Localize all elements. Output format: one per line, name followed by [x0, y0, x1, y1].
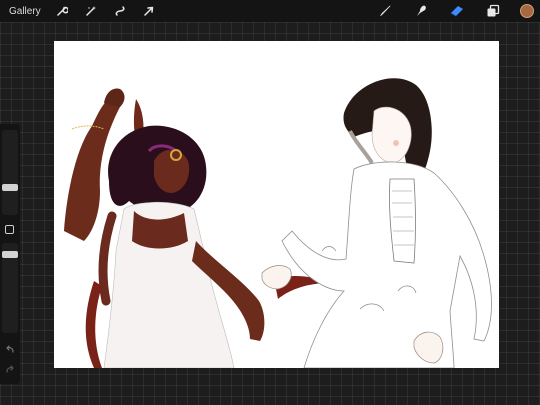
- redo-icon[interactable]: [4, 363, 16, 375]
- brush-icon[interactable]: [376, 2, 394, 20]
- modify-square-icon[interactable]: [5, 225, 14, 234]
- drawing-canvas[interactable]: [54, 41, 499, 368]
- wrench-icon[interactable]: [53, 2, 71, 20]
- top-toolbar: Gallery: [0, 0, 540, 22]
- selection-icon[interactable]: [111, 2, 129, 20]
- brush-size-slider[interactable]: [2, 130, 18, 215]
- gallery-button[interactable]: Gallery: [9, 6, 41, 17]
- undo-icon[interactable]: [4, 343, 16, 355]
- sidebar: [0, 124, 20, 384]
- right-tools: [376, 0, 540, 22]
- eraser-icon[interactable]: [448, 2, 466, 20]
- brush-size-handle[interactable]: [2, 184, 18, 191]
- magic-wand-icon[interactable]: [82, 2, 100, 20]
- layers-icon[interactable]: [484, 2, 502, 20]
- transform-arrow-icon[interactable]: [140, 2, 158, 20]
- opacity-slider[interactable]: [2, 243, 18, 333]
- canvas-illustration: [64, 78, 492, 368]
- smudge-icon[interactable]: [412, 2, 430, 20]
- color-swatch[interactable]: [520, 4, 534, 18]
- opacity-handle[interactable]: [2, 251, 18, 258]
